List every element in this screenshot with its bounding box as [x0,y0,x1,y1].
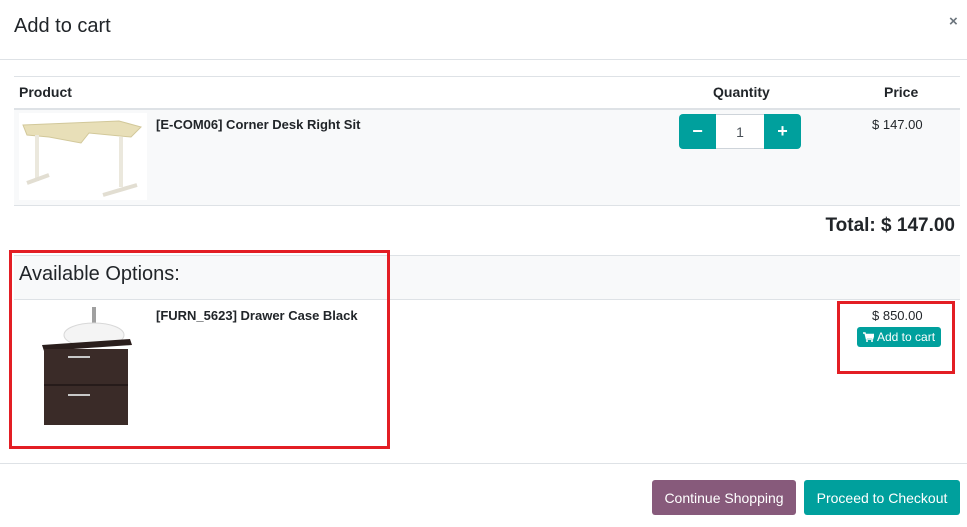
quantity-stepper: − + [679,114,801,149]
modal-title: Add to cart [14,15,111,37]
column-header-price: Price [884,84,919,100]
close-icon[interactable]: × [949,14,958,29]
option-name[interactable]: [FURN_5623] Drawer Case Black [156,308,358,323]
cart-total: Total: $ 147.00 [825,215,955,236]
quantity-decrease-button[interactable]: − [679,114,716,149]
options-title: Available Options: [19,263,180,285]
proceed-to-checkout-button[interactable]: Proceed to Checkout [804,480,960,515]
continue-shopping-button[interactable]: Continue Shopping [652,480,796,515]
options-header-divider [14,299,960,300]
table-top-border [14,76,960,77]
product-name[interactable]: [E-COM06] Corner Desk Right Sit [156,117,360,132]
option-image-drawer-case [38,305,133,427]
row-divider [14,205,960,206]
option-add-label: Add to cart [877,330,936,344]
option-price: $ 850.00 [872,308,923,323]
column-header-product: Product [19,84,72,100]
quantity-input[interactable] [716,114,764,149]
quantity-increase-button[interactable]: + [764,114,801,149]
footer-divider [0,463,967,464]
column-header-quantity: Quantity [713,84,770,100]
cart-icon [863,332,874,342]
header-divider [0,59,967,60]
product-price: $ 147.00 [872,117,923,132]
product-image-corner-desk [19,113,147,200]
option-add-to-cart-button[interactable]: Add to cart [857,327,942,347]
